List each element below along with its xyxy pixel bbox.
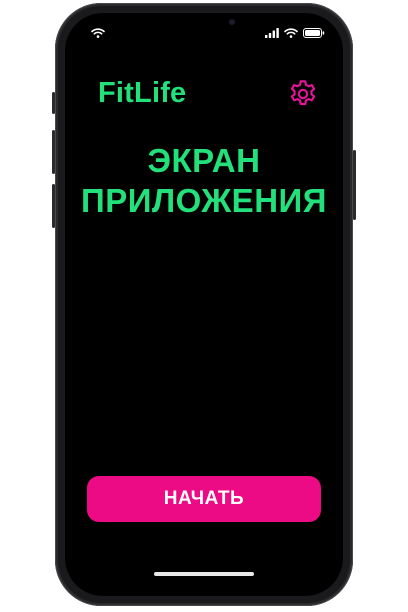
- screen-heading-line-1: ЭКРАН: [147, 142, 261, 179]
- front-camera: [229, 19, 235, 25]
- notch: [134, 13, 274, 33]
- cellular-signal-icon: [265, 28, 279, 38]
- home-indicator: [154, 572, 254, 576]
- power-button: [353, 150, 356, 220]
- gear-icon[interactable]: [287, 78, 319, 110]
- battery-icon: [303, 28, 325, 38]
- app-screen: FitLife ЭКРАН ПРИЛОЖЕНИЯ НАЧАТЬ: [65, 13, 343, 596]
- device-mockup: FitLife ЭКРАН ПРИЛОЖЕНИЯ НАЧАТЬ: [0, 0, 408, 612]
- wifi-icon: [91, 28, 105, 38]
- start-button[interactable]: НАЧАТЬ: [87, 476, 321, 522]
- screen-heading-line-2: ПРИЛОЖЕНИЯ: [81, 182, 327, 219]
- status-bar-right: [265, 28, 325, 38]
- screen-heading: ЭКРАН ПРИЛОЖЕНИЯ: [65, 141, 343, 221]
- app-title: FitLife: [98, 77, 187, 109]
- wifi-icon: [284, 28, 298, 38]
